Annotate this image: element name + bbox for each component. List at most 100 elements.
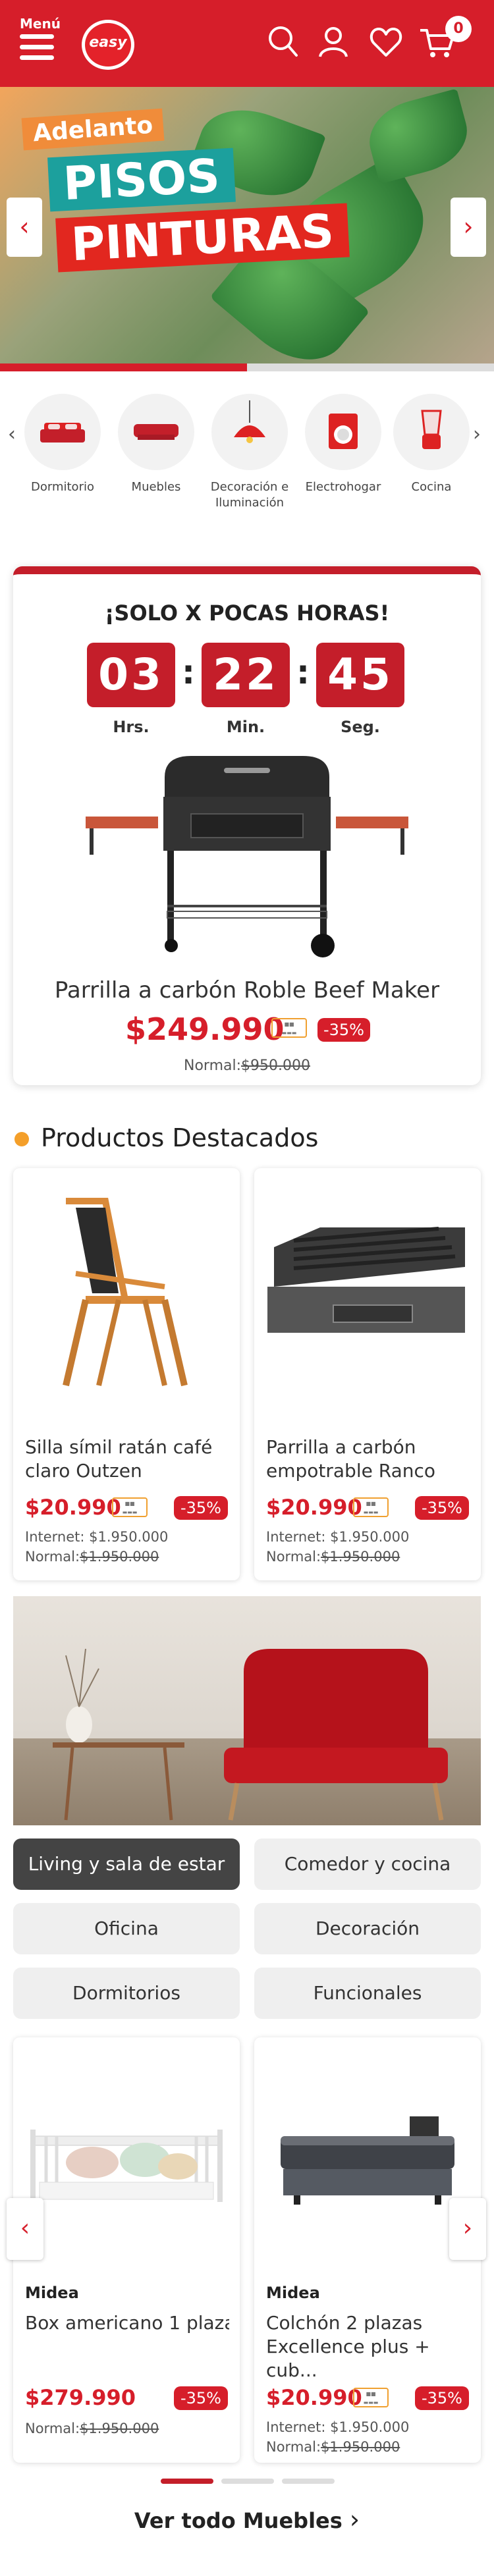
chair-product-image xyxy=(63,1198,188,1387)
product-discount-badge: -35% xyxy=(415,1496,469,1520)
normal-label: Normal: xyxy=(266,2439,321,2455)
hero-progress-bar xyxy=(0,363,494,371)
timer-minutes: 22 xyxy=(202,643,290,707)
product-normal-price: Normal:$1.950.000 xyxy=(266,2439,400,2455)
product-internet-price: Internet: $1.950.000 xyxy=(266,1529,410,1545)
grill-product-image[interactable] xyxy=(86,751,408,960)
timer-colon: : xyxy=(296,653,310,691)
card-payment-icon: ■■ ▬▬▬ xyxy=(353,2388,389,2407)
category-muebles[interactable]: Muebles xyxy=(113,394,199,495)
flash-deal-normal-price: Normal:$950.000 xyxy=(13,1058,481,1074)
flash-deal-card[interactable]: ¡SOLO X POCAS HORAS! 03 : 22 : 45 Hrs. M… xyxy=(13,566,481,1085)
card-payment-icon: ■■ ▬▬▬ xyxy=(271,1018,307,1038)
washing-machine-icon xyxy=(329,414,358,449)
normal-label: Normal: xyxy=(266,1549,321,1565)
tab-decoracion[interactable]: Decoración xyxy=(254,1903,481,1954)
product-card[interactable]: Midea Colchón 2 plazas Excellence plus +… xyxy=(254,2037,481,2463)
tab-dormitorios[interactable]: Dormitorios xyxy=(13,1968,240,2019)
see-all-link[interactable]: Ver todo Muebles › xyxy=(0,2505,494,2534)
product-internet-price: Internet: $1.950.000 xyxy=(25,1529,169,1545)
product-brand: Midea xyxy=(266,2284,320,2302)
carousel-indicator-active[interactable] xyxy=(161,2479,213,2484)
category-icon-holder xyxy=(118,394,194,470)
product-card[interactable]: Midea Box americano 1 plaza New entree +… xyxy=(13,2037,240,2463)
normal-price: $1.950.000 xyxy=(80,2421,159,2436)
carousel-prev-arrow-icon[interactable]: ‹ xyxy=(7,2198,43,2260)
carousel-indicator[interactable] xyxy=(221,2479,274,2484)
timer-minutes-label: Min. xyxy=(226,718,265,736)
category-icon-holder xyxy=(393,394,470,470)
easy-logo[interactable]: easy xyxy=(82,20,134,70)
living-room-banner[interactable] xyxy=(13,1596,481,1825)
timer-hours-label: Hrs. xyxy=(113,718,150,736)
product-normal-price: Normal:$1.950.000 xyxy=(25,1549,159,1565)
hero-headline-1: Adelanto xyxy=(21,108,165,151)
normal-price: $1.950.000 xyxy=(321,2439,400,2455)
product-brand: Midea xyxy=(25,2284,79,2302)
normal-price: $1.950.000 xyxy=(321,1549,400,1565)
category-dormitorio[interactable]: Dormitorio xyxy=(20,394,105,495)
hero-progress-fill xyxy=(0,363,247,371)
product-name: Colchón 2 plazas Excellence plus + cub..… xyxy=(266,2312,430,2381)
leaf-decoration xyxy=(361,88,476,184)
flash-deal-price: $249.990 xyxy=(125,1011,285,1047)
timer-seconds-label: Seg. xyxy=(341,718,380,736)
category-label: Muebles xyxy=(131,480,181,494)
normal-price: $1.950.000 xyxy=(80,1549,159,1565)
category-label: Electrohogar xyxy=(305,480,381,494)
living-room-image xyxy=(53,1648,448,1821)
tab-living[interactable]: Living y sala de estar xyxy=(13,1838,240,1890)
normal-label: Normal: xyxy=(25,1549,80,1565)
normal-label: Normal: xyxy=(184,1058,242,1074)
category-label: Cocina xyxy=(411,480,452,494)
hero-headline-2: PISOS xyxy=(47,148,236,212)
featured-section-title: Productos Destacados xyxy=(41,1123,319,1152)
timer-colon: : xyxy=(182,653,195,691)
carousel-next-arrow-icon[interactable]: › xyxy=(449,2198,486,2260)
timer-seconds: 45 xyxy=(316,643,404,707)
tab-funcionales[interactable]: Funcionales xyxy=(254,1968,481,2019)
category-icon-holder xyxy=(24,394,101,470)
bed-icon xyxy=(40,423,85,443)
flash-deal-discount-badge: -35% xyxy=(317,1018,370,1042)
hero-prev-arrow-icon[interactable]: ‹ xyxy=(7,198,42,257)
hero-next-arrow-icon[interactable]: › xyxy=(451,198,486,257)
flash-deal-title: ¡SOLO X POCAS HORAS! xyxy=(104,601,390,626)
user-icon[interactable] xyxy=(315,24,352,61)
product-discount-badge: -35% xyxy=(174,2386,228,2410)
category-decoracion[interactable]: Decoración e Iluminación xyxy=(207,394,292,511)
chevron-right-icon: › xyxy=(349,2505,360,2534)
product-price: $279.990 xyxy=(25,2385,136,2410)
product-price: $20.990 xyxy=(266,1495,362,1520)
heart-icon[interactable] xyxy=(368,24,404,61)
product-card[interactable]: Silla símil ratán café claro Outzen $20.… xyxy=(13,1168,240,1580)
hero-banner[interactable]: Adelanto PISOS PINTURAS ‹ › xyxy=(0,87,494,366)
tab-comedor[interactable]: Comedor y cocina xyxy=(254,1838,481,1890)
product-name: Silla símil ratán café claro Outzen xyxy=(25,1436,213,1482)
sofa-icon xyxy=(134,424,178,440)
categories-prev-icon[interactable]: ‹ xyxy=(8,423,16,446)
tab-oficina[interactable]: Oficina xyxy=(13,1903,240,1954)
product-internet-price: Internet: $1.950.000 xyxy=(266,2419,410,2435)
product-card[interactable]: Parrilla a carbón empotrable Ranco $20.9… xyxy=(254,1168,481,1580)
flash-deal-product-name[interactable]: Parrilla a carbón Roble Beef Maker xyxy=(13,977,481,1004)
search-icon[interactable] xyxy=(265,24,302,61)
product-normal-price: Normal:$1.950.000 xyxy=(25,2421,159,2436)
product-price: $20.990 xyxy=(25,1495,121,1520)
product-discount-badge: -35% xyxy=(174,1496,228,1520)
menu-label[interactable]: Menú xyxy=(20,16,61,32)
category-label: Dormitorio xyxy=(31,480,94,494)
card-payment-icon: ■■ ▬▬▬ xyxy=(112,1497,148,1517)
product-price: $20.990 xyxy=(266,2385,362,2410)
card-payment-icon: ■■ ▬▬▬ xyxy=(353,1497,389,1517)
hamburger-menu-icon[interactable] xyxy=(20,34,54,63)
product-name: Box americano 1 plaza New entree + almoh… xyxy=(25,2312,229,2334)
see-all-label: Ver todo Muebles xyxy=(134,2508,343,2533)
category-electrohogar[interactable]: Electrohogar xyxy=(300,394,386,495)
daybed-product-image xyxy=(30,2130,223,2202)
carousel-indicator[interactable] xyxy=(282,2479,335,2484)
blender-icon xyxy=(421,410,442,449)
logo-text: easy xyxy=(85,23,131,67)
category-cocina[interactable]: Cocina xyxy=(389,394,474,495)
product-discount-badge: -35% xyxy=(415,2386,469,2410)
